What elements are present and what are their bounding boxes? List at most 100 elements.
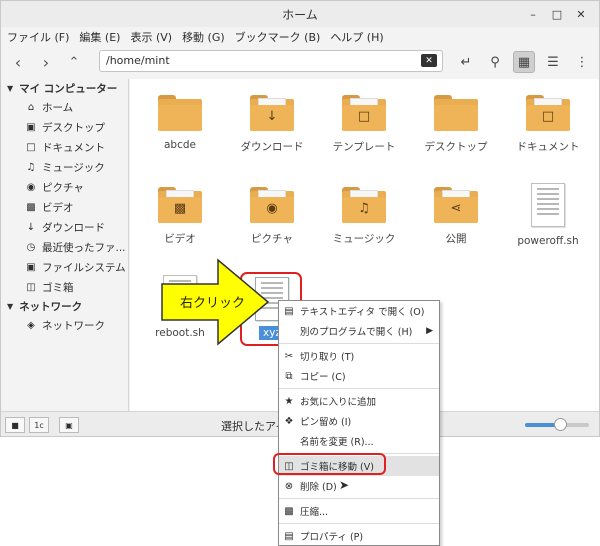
menu-separator: [279, 523, 439, 524]
ctx-cut[interactable]: ✂ 切り取り (T): [279, 346, 439, 366]
trash-icon: ◫: [26, 281, 36, 293]
menu-bookmarks[interactable]: ブックマーク (B): [235, 29, 321, 45]
drive-icon: ▣: [26, 261, 36, 273]
ctx-pin[interactable]: ❖ ピン留め (I): [279, 411, 439, 431]
sidebar-header-network[interactable]: ▼ ネットワーク: [1, 297, 128, 315]
ctx-open-text-editor[interactable]: ▤ テキストエディタ で開く (O): [279, 301, 439, 321]
sidebar-item-pictures[interactable]: ◉ ピクチャ: [1, 177, 128, 197]
download-folder-icon: ↓: [250, 95, 294, 131]
sidebar-item-videos[interactable]: ▩ ビデオ: [1, 197, 128, 217]
document-icon: □: [26, 141, 36, 153]
scissors-icon: ✂: [284, 350, 294, 362]
sidebar-item-downloads[interactable]: ↓ ダウンロード: [1, 217, 128, 237]
callout-text: 右クリック: [180, 296, 245, 311]
back-icon[interactable]: ‹: [7, 51, 29, 73]
pin-icon: ❖: [284, 415, 294, 427]
menu-view[interactable]: 表示 (V): [130, 29, 172, 45]
sidebar-toggle-icon[interactable]: ▣: [59, 417, 79, 433]
music-folder-icon: ♫: [342, 187, 386, 223]
maximize-icon[interactable]: □: [549, 6, 565, 22]
sidebar-item-trash[interactable]: ◫ ゴミ箱: [1, 277, 128, 297]
ctx-rename[interactable]: 名前を変更 (R)...: [279, 431, 439, 451]
folder-item[interactable]: ⋖ 公開: [411, 187, 501, 246]
menu-edit[interactable]: 編集 (E): [79, 29, 120, 45]
copy-icon: ⧉: [285, 370, 293, 382]
expand-triangle-icon: ▼: [7, 301, 14, 311]
ctx-properties[interactable]: ▤ プロパティ (P): [279, 526, 439, 546]
music-icon: ♫: [26, 161, 36, 173]
desktop-folder-icon: [434, 95, 478, 131]
desktop-icon: ▣: [26, 121, 36, 133]
sidebar-item-home[interactable]: ⌂ ホーム: [1, 97, 128, 117]
sidebar-header-my-computer[interactable]: ▼ マイ コンピューター: [1, 79, 128, 97]
template-folder-icon: □: [342, 95, 386, 131]
folder-item[interactable]: ◉ ピクチャ: [227, 187, 317, 246]
status-text: 選択したアイ: [221, 420, 287, 433]
places-toggle-icon[interactable]: ■: [5, 417, 25, 433]
folder-icon: [158, 95, 202, 131]
network-icon: ◈: [27, 319, 35, 331]
sidebar-item-filesystem[interactable]: ▣ ファイルシステム: [1, 257, 128, 277]
close-icon[interactable]: ✕: [573, 6, 589, 22]
toolbar: ‹ › ⌃ /home/mint ✕ ↵ ⚲ ▦ ☰ ⋮: [1, 47, 599, 77]
zoom-slider[interactable]: [525, 418, 589, 431]
menu-help[interactable]: ヘルプ (H): [330, 29, 383, 45]
menu-file[interactable]: ファイル (F): [7, 29, 69, 45]
menu-separator: [279, 388, 439, 389]
sidebar-item-recent[interactable]: ◷ 最近使ったファ...: [1, 237, 128, 257]
ctx-copy[interactable]: ⧉ コピー (C): [279, 366, 439, 386]
zoom-slider-knob[interactable]: [554, 418, 568, 431]
path-text: /home/mint: [106, 54, 170, 67]
download-icon: ↓: [26, 221, 36, 233]
folder-item[interactable]: ↓ ダウンロード: [227, 95, 317, 154]
folder-item[interactable]: デスクトップ: [411, 95, 501, 154]
file-item[interactable]: poweroff.sh: [503, 183, 593, 247]
path-input[interactable]: /home/mint ✕: [99, 50, 443, 72]
submenu-arrow-icon: ▶: [426, 326, 433, 336]
list-view-icon[interactable]: ☰: [542, 51, 564, 73]
mouse-cursor-icon: ➤: [339, 478, 350, 492]
ctx-open-with[interactable]: 別のプログラムで開く (H) ▶: [279, 321, 439, 341]
star-icon: ★: [284, 395, 294, 407]
pictures-folder-icon: ◉: [250, 187, 294, 223]
compact-view-icon[interactable]: ⋮: [571, 51, 593, 73]
ctx-add-favorite[interactable]: ★ お気に入りに追加: [279, 391, 439, 411]
forward-icon[interactable]: ›: [35, 51, 57, 73]
sidebar-item-network[interactable]: ◈ ネットワーク: [1, 315, 128, 335]
menu-bar: ファイル (F) 編集 (E) 表示 (V) 移動 (G) ブックマーク (B)…: [1, 27, 599, 47]
ctx-delete[interactable]: ⊗ 削除 (D) ➤: [279, 476, 439, 496]
clock-icon: ◷: [26, 241, 36, 253]
sidebar-item-documents[interactable]: □ ドキュメント: [1, 137, 128, 157]
folder-item[interactable]: abcde: [135, 95, 225, 151]
arrow-callout: 右クリック: [161, 258, 270, 346]
folder-item[interactable]: ▩ ビデオ: [135, 187, 225, 246]
minimize-icon[interactable]: –: [525, 6, 541, 22]
folder-item[interactable]: □ テンプレート: [319, 95, 409, 154]
context-menu: ▤ テキストエディタ で開く (O) 別のプログラムで開く (H) ▶ ✂ 切り取り …: [278, 300, 440, 546]
archive-icon: ▩: [284, 505, 294, 517]
path-toggle-icon[interactable]: ↵: [455, 51, 477, 73]
camera-icon: ◉: [26, 181, 36, 193]
window-title: ホーム: [282, 7, 318, 22]
sidebar-item-desktop[interactable]: ▣ デスクトップ: [1, 117, 128, 137]
expand-triangle-icon: ▼: [7, 83, 14, 93]
text-editor-icon: ▤: [284, 305, 294, 317]
menu-go[interactable]: 移動 (G): [182, 29, 225, 45]
delete-circle-icon: ⊗: [284, 480, 294, 492]
up-icon[interactable]: ⌃: [63, 51, 85, 73]
icon-view-icon[interactable]: ▦: [513, 51, 535, 73]
text-file-icon: [531, 183, 565, 227]
menu-separator: [279, 498, 439, 499]
ctx-compress[interactable]: ▩ 圧縮...: [279, 501, 439, 521]
folder-item[interactable]: □ ドキュメント: [503, 95, 593, 154]
documents-folder-icon: □: [526, 95, 570, 131]
sidebar: ▼ マイ コンピューター ⌂ ホーム ▣ デスクトップ □ ドキュメント ♫ ミュージッ…: [1, 79, 129, 411]
folder-item[interactable]: ♫ ミュージック: [319, 187, 409, 246]
sidebar-item-music[interactable]: ♫ ミュージック: [1, 157, 128, 177]
video-folder-icon: ▩: [158, 187, 202, 223]
search-icon[interactable]: ⚲: [484, 51, 506, 73]
clear-path-icon[interactable]: ✕: [421, 54, 437, 67]
tree-toggle-icon[interactable]: 1c: [29, 417, 49, 433]
share-folder-icon: ⋖: [434, 187, 478, 223]
properties-icon: ▤: [284, 530, 294, 542]
